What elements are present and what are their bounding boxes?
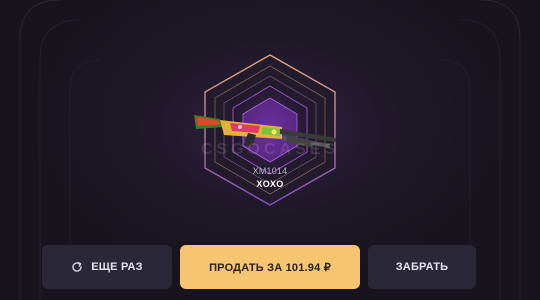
item-weapon-type: XM1014 <box>252 166 288 176</box>
item-skin-name: XOXO <box>256 179 284 189</box>
watermark-text: CSGOCASES <box>200 141 340 158</box>
try-again-label: ЕЩЕ РАЗ <box>91 261 143 273</box>
sell-button[interactable]: ПРОДАТЬ ЗА 101.94 ₽ <box>180 245 360 289</box>
take-item-label: ЗАБРАТЬ <box>395 261 449 273</box>
take-item-button[interactable]: ЗАБРАТЬ <box>368 245 476 289</box>
try-again-button[interactable]: ЕЩЕ РАЗ <box>42 245 172 289</box>
refresh-icon <box>72 261 82 272</box>
sell-label: ПРОДАТЬ ЗА 101.94 ₽ <box>209 261 331 274</box>
